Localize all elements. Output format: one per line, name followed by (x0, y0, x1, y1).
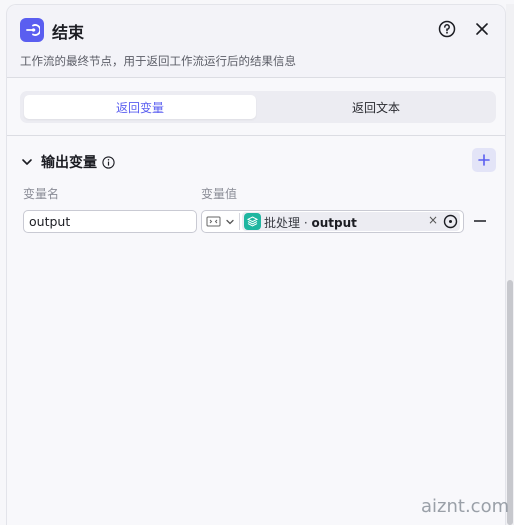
tab-return-text[interactable]: 返回文本 (260, 95, 492, 119)
reference-type-icon (206, 216, 221, 227)
panel-header: 结束 工作流的最终节点，用于返回工作流运行后的结果信息 (7, 5, 505, 78)
divider (7, 135, 505, 136)
section-title: 输出变量 (41, 155, 97, 171)
panel-description: 工作流的最终节点，用于返回工作流运行后的结果信息 (20, 54, 296, 68)
end-node-panel: 结束 工作流的最终节点，用于返回工作流运行后的结果信息 返回变量 返回文本 输出… (6, 4, 506, 525)
chevron-down-icon (226, 219, 234, 224)
end-node-icon (20, 18, 44, 42)
scrollbar-thumb[interactable] (507, 280, 513, 525)
info-icon[interactable] (102, 155, 115, 169)
add-variable-button[interactable] (472, 148, 496, 172)
column-label-value: 变量值 (201, 187, 238, 201)
batch-node-icon (244, 213, 261, 230)
column-label-name: 变量名 (23, 187, 60, 201)
close-icon[interactable] (472, 19, 492, 39)
watermark: aiznt.com (421, 496, 510, 517)
reference-variable-name: output (311, 216, 357, 230)
remove-variable-button[interactable] (471, 212, 489, 230)
output-section-header: 输出变量 (21, 152, 115, 172)
scrollbar[interactable] (506, 4, 514, 525)
variable-reference-chip[interactable]: 批处理 · output × (242, 212, 460, 231)
divider (239, 213, 240, 230)
variable-name-input[interactable] (23, 210, 197, 233)
reference-separator: · (300, 216, 312, 230)
return-mode-tabs: 返回变量 返回文本 (20, 91, 496, 123)
minus-icon (474, 220, 486, 222)
reference-label: 批处理 · output (264, 214, 357, 231)
plus-icon (478, 154, 490, 166)
help-icon[interactable] (437, 19, 457, 39)
clear-reference-icon[interactable]: × (428, 213, 438, 227)
reference-node-name: 批处理 (264, 216, 301, 230)
variable-value-field: 批处理 · output × (201, 210, 464, 233)
chevron-down-icon[interactable] (21, 156, 33, 168)
tab-return-variables[interactable]: 返回变量 (24, 95, 256, 119)
panel-title: 结束 (52, 23, 85, 42)
value-type-selector[interactable] (204, 213, 240, 230)
target-icon[interactable] (443, 214, 458, 229)
